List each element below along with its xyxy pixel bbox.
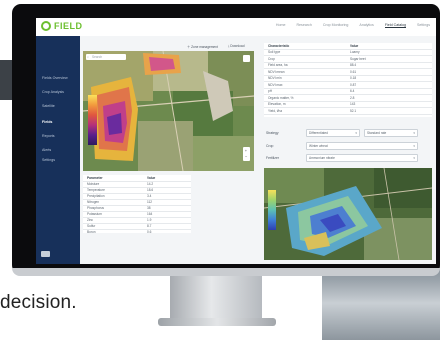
sidebar: Fields Overview Crop Analysis Satellite … — [36, 36, 80, 264]
field-map[interactable]: ⌕ Search + − — [83, 51, 254, 171]
field-characteristics-table: Characteristic Value Soil type Loamy Crop… — [264, 43, 432, 117]
tagline-text: decision. — [0, 292, 77, 313]
logo: FIELD — [41, 21, 83, 31]
sidebar-item-crop-analysis[interactable]: Crop Analysis — [42, 90, 64, 94]
app-header: FIELD Home Research Crop Monitoring Anal… — [36, 18, 436, 37]
search-icon: ⌕ — [87, 54, 89, 59]
map-legend — [268, 190, 276, 230]
sidebar-item-fields-overview[interactable]: Fields Overview — [42, 76, 68, 80]
monitor-chin — [12, 268, 440, 276]
crop-select[interactable]: Winter wheat ▾ — [306, 142, 418, 150]
logo-icon — [41, 21, 51, 31]
chevron-down-icon: ▾ — [413, 156, 415, 160]
strategy-label: Strategy — [266, 131, 279, 135]
crop-label: Crop — [266, 144, 274, 148]
chevron-down-icon: ▾ — [413, 131, 415, 135]
zoom-control[interactable]: + − — [243, 147, 250, 161]
chevron-down-icon: ▾ — [355, 131, 357, 135]
field-map-image — [83, 51, 254, 171]
logo-text: FIELD — [54, 21, 83, 31]
chevron-down-icon: ▾ — [413, 144, 415, 148]
sidebar-item-fields[interactable]: Fields — [42, 120, 52, 124]
nav-research[interactable]: Research — [296, 23, 311, 28]
nav-settings[interactable]: Settings — [417, 23, 430, 28]
fertilizer-label: Fertilizer — [266, 156, 279, 160]
zoom-in-icon[interactable]: + — [245, 148, 247, 153]
monitor-stand — [170, 276, 262, 320]
map-legend — [88, 95, 97, 145]
prescription-map-image — [264, 168, 432, 260]
fullscreen-icon[interactable] — [243, 55, 250, 62]
nav-field-catalog[interactable]: Field Catalog — [384, 23, 406, 28]
zoom-out-icon[interactable]: − — [245, 154, 247, 159]
app-screen: FIELD Home Research Crop Monitoring Anal… — [36, 18, 436, 264]
main-content: ＋ Zone management ⤓ Download ⌕ Search + … — [80, 36, 436, 264]
nav-home[interactable]: Home — [276, 23, 286, 28]
sidebar-item-satellite[interactable]: Satellite — [42, 104, 55, 108]
fertilizer-select[interactable]: Ammonium nitrate ▾ — [306, 154, 418, 162]
top-nav: Home Research Crop Monitoring Analytics … — [276, 23, 430, 28]
prescription-map[interactable] — [264, 168, 432, 260]
table-row: Boron 0.6 — [87, 230, 152, 235]
collapse-sidebar-button[interactable] — [41, 251, 50, 257]
sidebar-item-reports[interactable]: Reports — [42, 134, 55, 138]
field-parameters-table: Parameter Value Moisture 14.2 Temperature… — [83, 175, 191, 235]
map-search-input[interactable]: ⌕ Search — [86, 54, 126, 60]
rate-select[interactable]: Standard rate ▾ — [364, 129, 418, 137]
table-row: Yield, t/ha 52.1 — [264, 108, 432, 115]
nav-crop-monitoring[interactable]: Crop Monitoring — [323, 23, 349, 28]
sidebar-item-alerts[interactable]: Alerts — [42, 148, 51, 152]
sidebar-item-settings[interactable]: Settings — [42, 158, 55, 162]
monitor-frame: FIELD Home Research Crop Monitoring Anal… — [12, 4, 440, 274]
monitor-base — [158, 318, 276, 326]
nav-analytics[interactable]: Analytics — [359, 23, 373, 28]
strategy-select[interactable]: Differentiated ▾ — [306, 129, 360, 137]
download-button[interactable]: ⤓ Download — [228, 44, 244, 48]
zone-management-button[interactable]: ＋ Zone management — [187, 44, 218, 49]
